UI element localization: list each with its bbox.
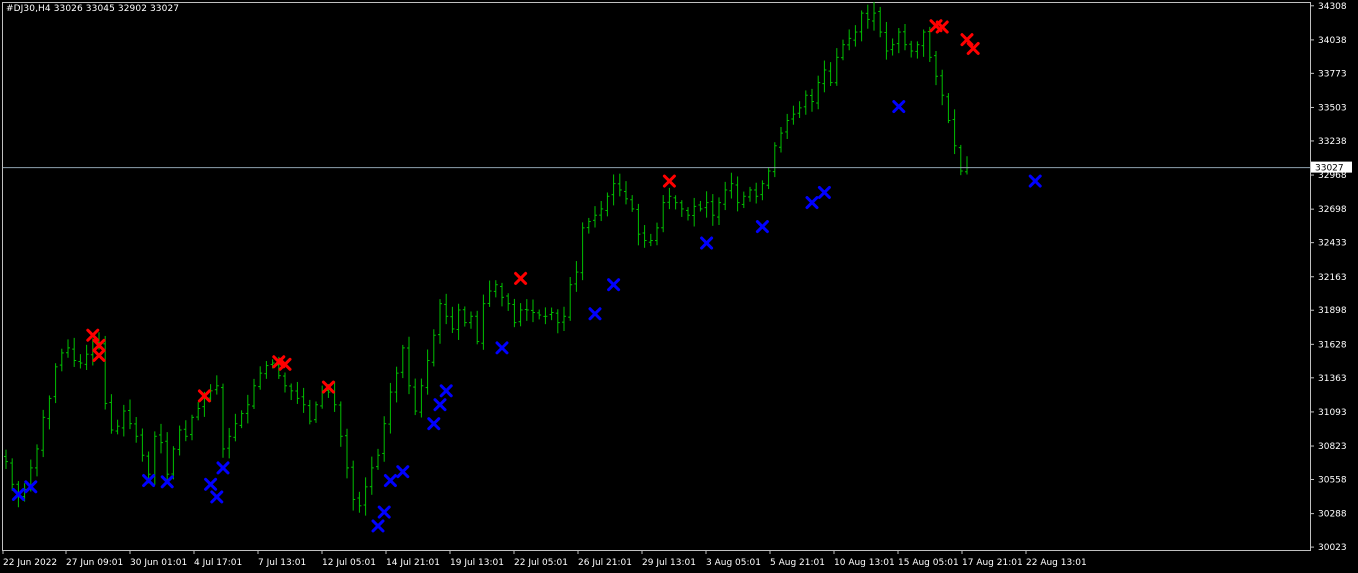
buy-signal-marker (216, 461, 230, 475)
buy-signal-marker (1028, 174, 1042, 188)
y-axis-label: 33503 (1318, 103, 1347, 113)
price-chart[interactable]: 3430834038337733350333238329683269832433… (0, 0, 1358, 573)
buy-signal-marker (396, 465, 410, 479)
buy-signal-marker (377, 505, 391, 519)
y-axis-label: 34308 (1318, 2, 1347, 12)
x-axis-label: 29 Jul 13:01 (642, 558, 696, 568)
buy-signal-marker (383, 474, 397, 488)
y-axis-label: 30288 (1318, 510, 1347, 520)
y-axis-label: 32163 (1318, 273, 1347, 283)
buy-signal-marker (427, 417, 441, 431)
buy-signal-marker (817, 185, 831, 199)
x-axis-label: 22 Aug 13:01 (1026, 558, 1087, 568)
x-axis-label: 14 Jul 21:01 (386, 558, 440, 568)
buy-signal-marker (755, 220, 769, 234)
x-axis-label: 19 Jul 13:01 (450, 558, 504, 568)
y-axis-label: 30558 (1318, 476, 1347, 486)
buy-signal-marker (588, 307, 602, 321)
buy-signal-marker (805, 196, 819, 210)
y-axis-label: 31093 (1318, 408, 1347, 418)
x-axis-label: 15 Aug 05:01 (898, 558, 959, 568)
buy-signal-marker (210, 490, 224, 504)
y-axis-label: 31363 (1318, 374, 1347, 384)
y-axis-label: 32698 (1318, 205, 1347, 215)
current-price-label: 33027 (1315, 164, 1344, 174)
x-axis-label: 10 Aug 13:01 (834, 558, 895, 568)
x-axis-label: 30 Jun 01:01 (130, 558, 187, 568)
y-axis-label: 31628 (1318, 340, 1347, 350)
buy-signal-marker (371, 519, 385, 533)
x-axis-label: 17 Aug 21:01 (962, 558, 1023, 568)
y-axis-label: 32433 (1318, 239, 1347, 249)
x-axis-label: 3 Aug 05:01 (706, 558, 761, 568)
sell-signal-marker (92, 348, 106, 362)
x-axis-label: 22 Jun 2022 (3, 558, 57, 568)
sell-signal-marker (514, 271, 528, 285)
ohlc-summary: 33026 33045 32902 33027 (53, 4, 180, 14)
symbol-timeframe: #DJ30,H4 (6, 4, 51, 14)
chart-window[interactable]: 34308 34038 33773 33503 33238 32968 32698 32433… (0, 0, 1358, 573)
x-axis-label: 22 Jul 05:01 (514, 558, 568, 568)
buy-signal-marker (433, 398, 447, 412)
y-axis-label: 33773 (1318, 69, 1347, 79)
x-axis-label: 27 Jun 09:01 (66, 558, 123, 568)
buy-signal-marker (700, 236, 714, 250)
y-axis-label: 30823 (1318, 442, 1347, 452)
chart-title: #DJ30,H4 33026 33045 32902 33027 (6, 4, 179, 14)
buy-signal-marker (495, 341, 509, 355)
x-axis-label: 26 Jul 21:01 (578, 558, 632, 568)
y-axis-label: 30023 (1318, 543, 1347, 553)
buy-signal-marker (439, 384, 453, 398)
sell-signal-marker (662, 174, 676, 188)
y-axis-label: 33238 (1318, 137, 1347, 147)
buy-signal-marker (204, 477, 218, 491)
y-axis-label: 31898 (1318, 306, 1347, 316)
x-axis-label: 12 Jul 05:01 (322, 558, 376, 568)
x-axis-label: 7 Jul 13:01 (258, 558, 306, 568)
buy-signal-marker (607, 278, 621, 292)
y-axis-label: 34038 (1318, 36, 1347, 46)
x-axis-label: 5 Aug 21:01 (770, 558, 825, 568)
x-axis-label: 4 Jul 17:01 (194, 558, 242, 568)
buy-signal-marker (892, 100, 906, 114)
